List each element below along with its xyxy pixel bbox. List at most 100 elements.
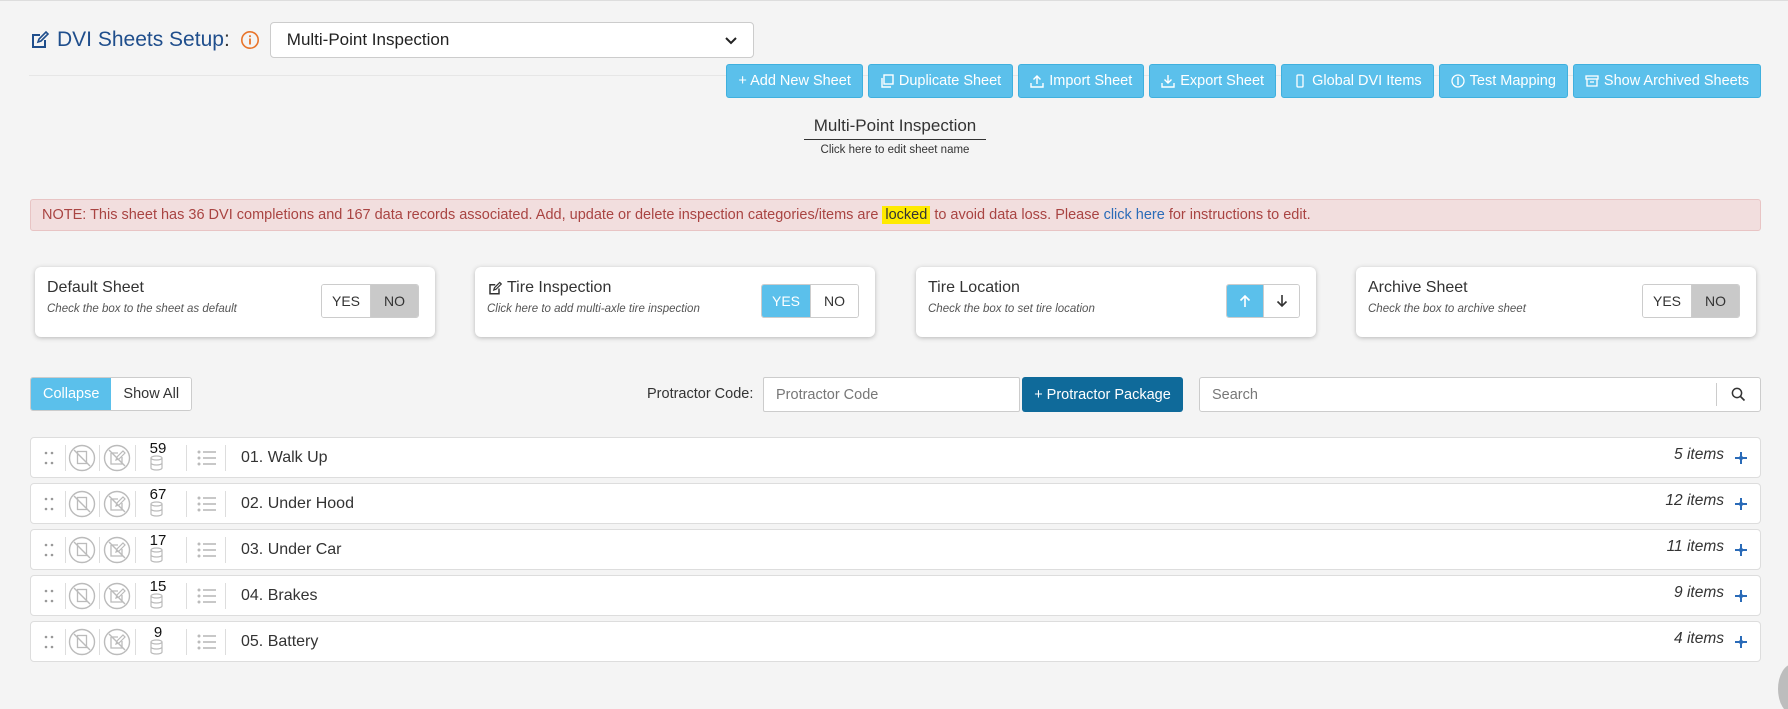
archive-sheet-yes[interactable]: YES — [1643, 285, 1691, 317]
protractor-code-input[interactable]: Protractor Code — [763, 377, 1020, 412]
category-row[interactable]: 67 02. Under Hood 12 items — [30, 483, 1761, 524]
instructions-link[interactable]: click here — [1104, 207, 1165, 223]
chevron-down-icon — [725, 32, 737, 48]
duplicate-sheet-button[interactable]: Duplicate Sheet — [867, 64, 1014, 98]
record-count-value: 17 — [149, 532, 167, 549]
no-file-icon[interactable] — [68, 628, 96, 656]
add-new-sheet-button[interactable]: + Add New Sheet — [726, 64, 863, 98]
category-row[interactable]: 59 01. Walk Up 5 items — [30, 437, 1761, 478]
list-icon[interactable] — [197, 541, 217, 559]
drag-handle-icon[interactable] — [43, 588, 55, 604]
divider — [135, 537, 136, 563]
category-name[interactable]: 02. Under Hood — [241, 495, 354, 513]
chat-widget-icon[interactable] — [1778, 664, 1788, 709]
divider — [135, 445, 136, 471]
page-title: DVI Sheets Setup: — [57, 28, 230, 51]
note-middle: to avoid data loss. Please — [934, 207, 1100, 223]
default-sheet-no[interactable]: NO — [370, 285, 418, 317]
add-item-icon[interactable] — [1734, 497, 1748, 511]
import-sheet-button[interactable]: Import Sheet — [1018, 64, 1145, 98]
download-icon — [1161, 75, 1175, 88]
category-row[interactable]: 9 05. Battery 4 items — [30, 621, 1761, 662]
tire-inspection-yes[interactable]: YES — [762, 285, 810, 317]
divider — [65, 583, 66, 609]
list-icon[interactable] — [197, 633, 217, 651]
record-count: 67 — [143, 486, 175, 522]
show-archived-sheets-button[interactable]: Show Archived Sheets — [1572, 64, 1761, 98]
category-name[interactable]: 04. Brakes — [241, 587, 317, 605]
category-item-count: 4 items — [1674, 630, 1724, 647]
divider — [186, 583, 187, 609]
drag-handle-icon[interactable] — [43, 496, 55, 512]
add-item-icon[interactable] — [1734, 635, 1748, 649]
copy-icon — [881, 74, 894, 88]
arrow-down-icon[interactable] — [1263, 285, 1299, 317]
no-file-icon[interactable] — [68, 444, 96, 472]
list-icon[interactable] — [197, 587, 217, 605]
add-item-icon[interactable] — [1734, 543, 1748, 557]
archive-sheet-no[interactable]: NO — [1691, 285, 1739, 317]
no-edit-icon[interactable] — [103, 444, 131, 472]
list-icon[interactable] — [197, 449, 217, 467]
collapse-button[interactable]: Collapse — [31, 378, 112, 410]
record-count: 59 — [143, 440, 175, 476]
list-icon[interactable] — [197, 495, 217, 513]
locked-badge: locked — [882, 206, 931, 224]
tire-inspection-card: Tire Inspection Click here to add multi-… — [475, 267, 875, 337]
archive-icon — [1585, 75, 1599, 87]
upload-icon — [1030, 75, 1044, 88]
category-row[interactable]: 15 04. Brakes 9 items — [30, 575, 1761, 616]
record-count: 17 — [143, 532, 175, 568]
no-file-icon[interactable] — [68, 536, 96, 564]
no-edit-icon[interactable] — [103, 490, 131, 518]
edit-icon — [489, 281, 502, 294]
category-name[interactable]: 03. Under Car — [241, 541, 342, 559]
drag-handle-icon[interactable] — [43, 634, 55, 650]
search-icon[interactable] — [1716, 383, 1760, 406]
global-dvi-items-button[interactable]: Global DVI Items — [1281, 64, 1434, 98]
divider — [225, 445, 226, 471]
info-icon[interactable] — [240, 30, 260, 50]
no-edit-icon[interactable] — [103, 582, 131, 610]
arrow-up-icon[interactable] — [1227, 285, 1263, 317]
note-suffix: for instructions to edit. — [1168, 207, 1311, 223]
sheet-select-value: Multi-Point Inspection — [286, 30, 450, 49]
protractor-package-button[interactable]: + Protractor Package — [1022, 377, 1183, 412]
no-file-icon[interactable] — [68, 582, 96, 610]
no-file-icon[interactable] — [68, 490, 96, 518]
expand-toggle-group: Collapse Show All — [30, 377, 193, 411]
record-count: 9 — [143, 624, 175, 660]
divider — [99, 445, 100, 471]
divider — [135, 583, 136, 609]
sheet-select[interactable]: Multi-Point Inspection — [269, 22, 754, 58]
category-name[interactable]: 05. Battery — [241, 633, 318, 651]
database-icon — [150, 639, 163, 655]
test-mapping-button[interactable]: Test Mapping — [1438, 64, 1568, 98]
category-name[interactable]: 01. Walk Up — [241, 449, 328, 467]
sheet-name[interactable]: Multi-Point Inspection — [803, 116, 987, 140]
record-count-value: 9 — [153, 624, 163, 641]
sheet-name-hint[interactable]: Click here to edit sheet name — [795, 144, 995, 156]
divider — [186, 445, 187, 471]
category-list: 59 01. Walk Up 5 items 67 02. Under Hood 12 i… — [30, 437, 1761, 667]
top-divider — [0, 0, 1788, 1]
show-all-button[interactable]: Show All — [111, 378, 192, 410]
divider — [99, 491, 100, 517]
divider — [225, 583, 226, 609]
divider — [225, 537, 226, 563]
database-icon — [150, 501, 163, 517]
database-icon — [150, 455, 163, 471]
default-sheet-yes[interactable]: YES — [322, 285, 370, 317]
add-item-icon[interactable] — [1734, 451, 1748, 465]
drag-handle-icon[interactable] — [43, 542, 55, 558]
category-row[interactable]: 17 03. Under Car 11 items — [30, 529, 1761, 570]
record-count-value: 15 — [149, 578, 167, 595]
tire-inspection-no[interactable]: NO — [810, 285, 858, 317]
export-sheet-button[interactable]: Export Sheet — [1149, 64, 1277, 98]
tire-location-card: Tire Location Check the box to set tire … — [916, 267, 1316, 337]
search-input[interactable]: Search — [1200, 387, 1716, 403]
add-item-icon[interactable] — [1734, 589, 1748, 603]
drag-handle-icon[interactable] — [43, 450, 55, 466]
no-edit-icon[interactable] — [103, 536, 131, 564]
no-edit-icon[interactable] — [103, 628, 131, 656]
